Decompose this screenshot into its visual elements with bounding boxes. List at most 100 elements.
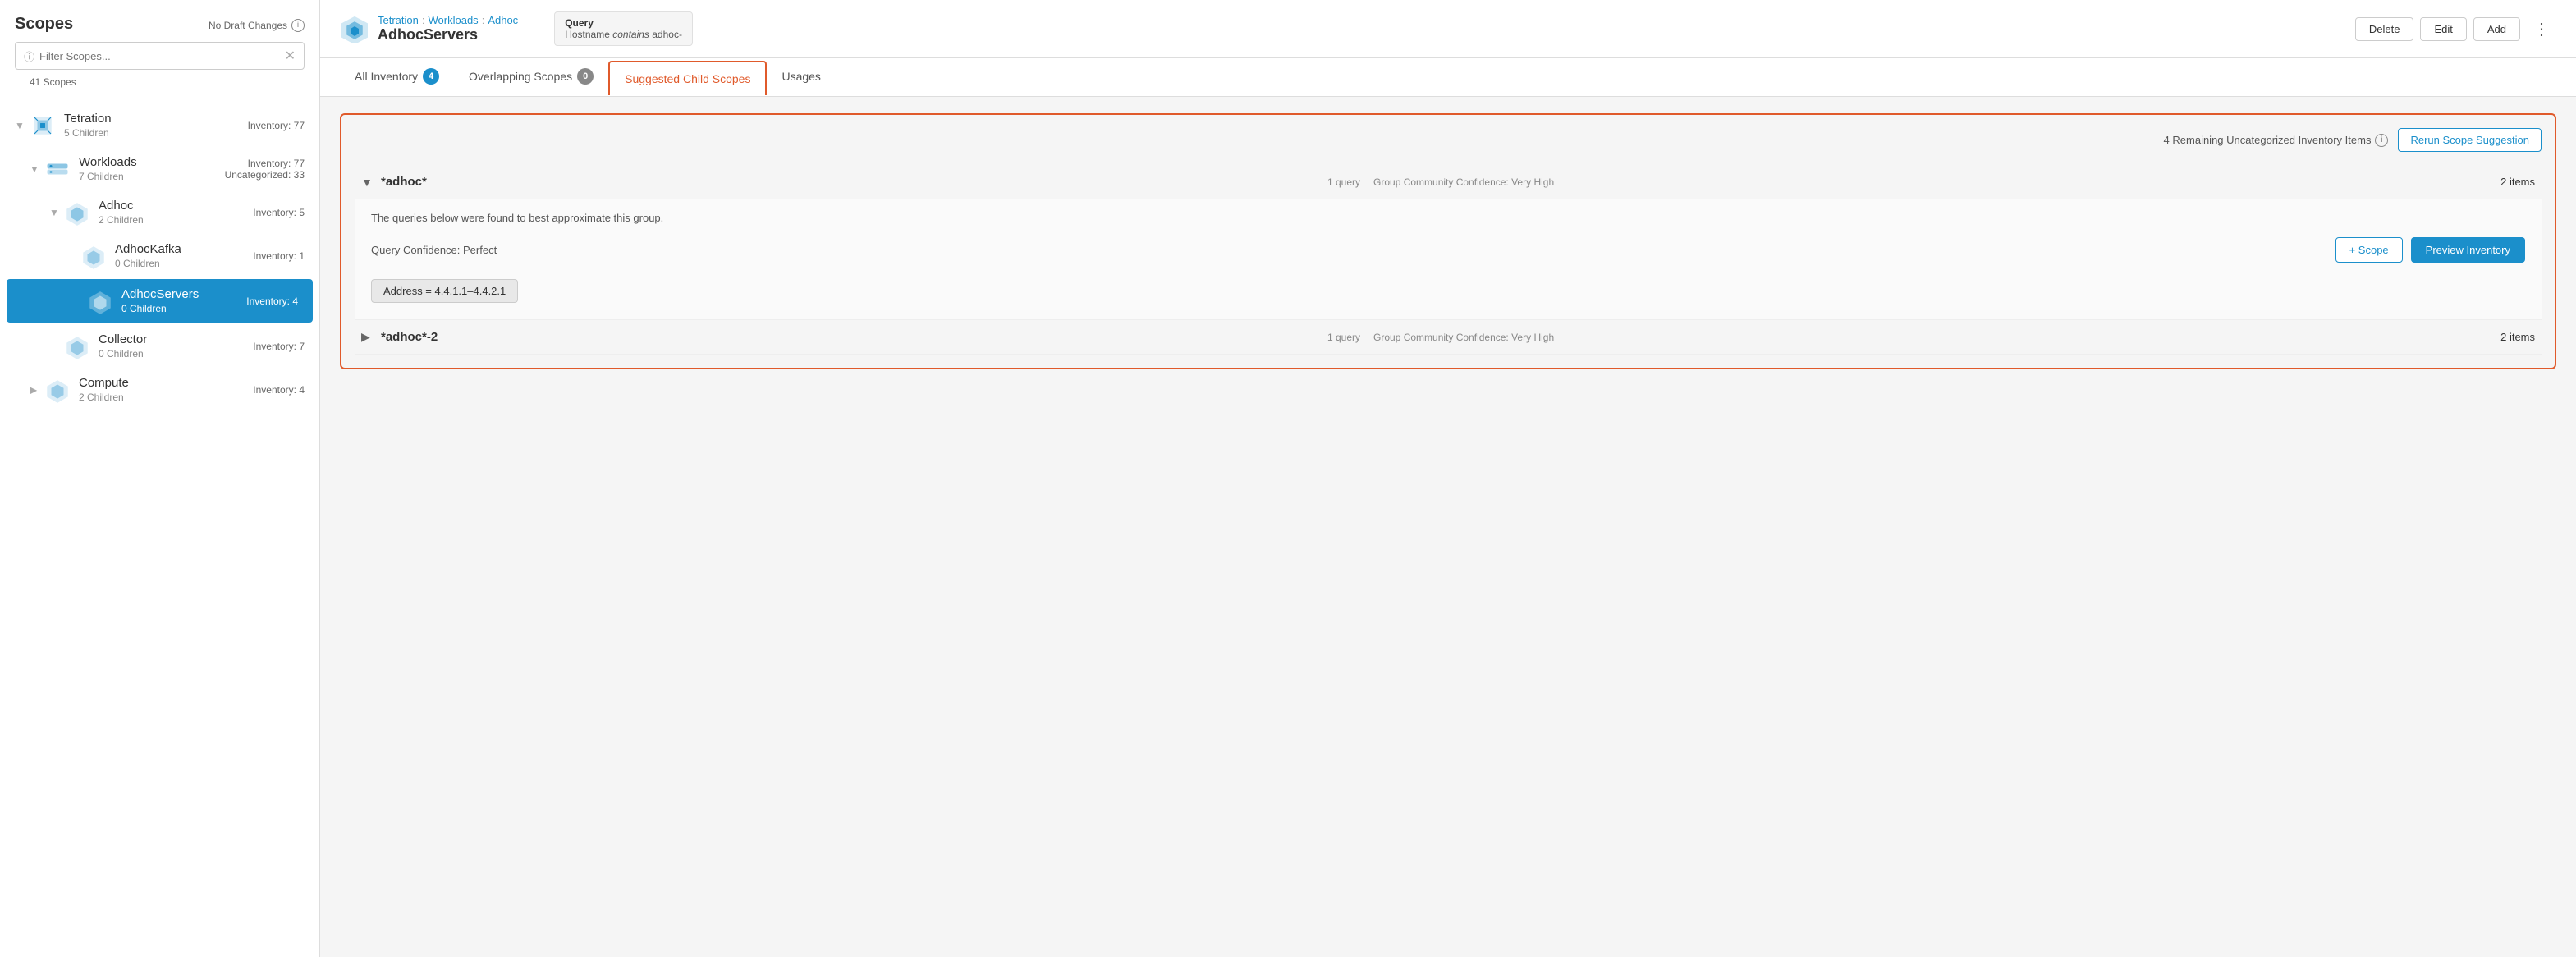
suggestion-name-adhoc-star-2: *adhoc*-2 [381, 330, 1327, 344]
sidebar-item-collector[interactable]: ▼ Collector 0 Children Inventory: 7 [0, 324, 319, 368]
sidebar-item-adhockafka[interactable]: ▼ AdhocKafka 0 Children Inventory: 1 [0, 234, 319, 277]
suggestion-header: 4 Remaining Uncategorized Inventory Item… [355, 128, 2542, 152]
tetration-inventory: Inventory: 77 [248, 120, 305, 131]
scope-header-icon [340, 14, 369, 44]
query-block: Query Hostname contains adhoc- [554, 11, 693, 46]
sidebar-title: Scopes [15, 15, 73, 34]
breadcrumb: Tetration : Workloads : Adhoc [378, 14, 518, 26]
delete-button[interactable]: Delete [2355, 17, 2414, 41]
tab-suggested-child-scopes[interactable]: Suggested Child Scopes [608, 61, 767, 95]
add-scope-button[interactable]: + Scope [2335, 237, 2403, 263]
adhoc-name: Adhoc [99, 199, 253, 213]
workloads-name: Workloads [79, 155, 225, 169]
more-options-button[interactable]: ⋮ [2527, 16, 2556, 43]
compute-children: 2 Children [79, 392, 253, 403]
remaining-items-text: 4 Remaining Uncategorized Inventory Item… [2164, 134, 2389, 147]
collector-children: 0 Children [99, 348, 253, 359]
compute-info: Compute 2 Children [79, 376, 253, 403]
breadcrumb-tetration[interactable]: Tetration [378, 14, 419, 26]
scope-search-input[interactable] [39, 50, 285, 62]
add-button[interactable]: Add [2473, 17, 2520, 41]
scope-icon-collector [64, 333, 90, 359]
suggestion-item-adhoc-star-2-header[interactable]: ▶ *adhoc*-2 1 query Group Community Conf… [355, 320, 2542, 354]
draft-notice: No Draft Changes i [209, 19, 305, 32]
query-count: 1 query [1327, 176, 1360, 188]
action-buttons: + Scope Preview Inventory [2335, 237, 2525, 263]
adhockafka-inventory: Inventory: 1 [253, 250, 305, 262]
tabs-bar: All Inventory 4 Overlapping Scopes 0 Sug… [320, 58, 2576, 97]
adhoc-children: 2 Children [99, 214, 253, 226]
edit-button[interactable]: Edit [2420, 17, 2466, 41]
tab-overlapping-scopes[interactable]: Overlapping Scopes 0 [454, 58, 608, 96]
all-inventory-badge: 4 [423, 68, 439, 85]
collector-inventory: Inventory: 7 [253, 341, 305, 352]
draft-info-icon[interactable]: i [291, 19, 305, 32]
suggestion-item-adhoc-star-2: ▶ *adhoc*-2 1 query Group Community Conf… [355, 320, 2542, 355]
confidence-label-2: Group Community Confidence: Very High [1373, 332, 1554, 343]
tetration-info: Tetration 5 Children [64, 112, 248, 139]
adhockafka-children: 0 Children [115, 258, 253, 269]
breadcrumb-adhoc[interactable]: Adhoc [488, 14, 518, 26]
main-area: Tetration : Workloads : Adhoc AdhocServe… [320, 0, 2576, 957]
scope-icon-workloads [44, 156, 71, 182]
remaining-info-icon[interactable]: i [2375, 134, 2388, 147]
sidebar-item-adhocservers[interactable]: ▼ AdhocServers 0 Children Inventory: 4 [7, 279, 313, 323]
breadcrumb-workloads[interactable]: Workloads [429, 14, 479, 26]
preview-inventory-button[interactable]: Preview Inventory [2411, 237, 2525, 263]
workloads-children: 7 Children [79, 171, 225, 182]
sidebar: Scopes No Draft Changes i ⓘ ✕ 41 Scopes … [0, 0, 320, 957]
collector-name: Collector [99, 332, 253, 346]
confidence-row: Query Confidence: Perfect + Scope Previe… [371, 237, 2525, 263]
chevron-down-icon[interactable]: ▼ [30, 163, 44, 175]
query-count-2: 1 query [1327, 332, 1360, 343]
sidebar-item-compute[interactable]: ▶ Compute 2 Children Inventory: 4 [0, 368, 319, 411]
sidebar-item-tetration[interactable]: ▼ Tetration 5 Children Inventory: 77 [0, 103, 319, 147]
scope-icon-compute [44, 377, 71, 403]
adhocservers-name: AdhocServers [121, 287, 246, 301]
chevron-down-icon[interactable]: ▼ [49, 207, 64, 218]
compute-name: Compute [79, 376, 253, 390]
tab-all-inventory[interactable]: All Inventory 4 [340, 58, 454, 96]
items-count-adhoc-star: 2 items [2500, 176, 2535, 188]
main-content: 4 Remaining Uncategorized Inventory Item… [320, 97, 2576, 957]
suggestion-item-adhoc-star: ▼ *adhoc* 1 query Group Community Confid… [355, 165, 2542, 320]
suggestion-name-adhoc-star: *adhoc* [381, 175, 1327, 189]
suggestion-expanded-adhoc-star: The queries below were found to best app… [355, 199, 2542, 319]
tetration-children: 5 Children [64, 127, 248, 139]
query-value: Hostname contains adhoc- [565, 29, 682, 40]
scope-list: ▼ Tetration 5 Children Inventory: 77 [0, 103, 319, 957]
scope-icon-adhocservers [87, 288, 113, 314]
sidebar-item-workloads[interactable]: ▼ Workloads 7 Children Inventory: 77 Unc… [0, 147, 319, 190]
sidebar-header: Scopes No Draft Changes i ⓘ ✕ 41 Scopes [0, 0, 319, 103]
expand-icon[interactable]: ▶ [361, 330, 381, 344]
suggestion-item-adhoc-star-header[interactable]: ▼ *adhoc* 1 query Group Community Confid… [355, 165, 2542, 199]
suggestion-container: 4 Remaining Uncategorized Inventory Item… [340, 113, 2556, 369]
confidence-label: Group Community Confidence: Very High [1373, 176, 1554, 188]
adhoc-info: Adhoc 2 Children [99, 199, 253, 226]
rerun-scope-suggestion-button[interactable]: Rerun Scope Suggestion [2398, 128, 2542, 152]
chevron-right-icon[interactable]: ▶ [30, 384, 44, 396]
scope-icon-adhockafka [80, 243, 107, 269]
tab-usages[interactable]: Usages [767, 60, 835, 94]
collector-info: Collector 0 Children [99, 332, 253, 359]
chevron-down-icon[interactable]: ▼ [15, 120, 30, 131]
suggestion-meta-adhoc-star-2: 1 query Group Community Confidence: Very… [1327, 332, 1554, 343]
search-bar: ⓘ ✕ [15, 42, 305, 70]
items-count-adhoc-star-2: 2 items [2500, 331, 2535, 343]
main-header: Tetration : Workloads : Adhoc AdhocServe… [320, 0, 2576, 58]
workloads-inventory: Inventory: 77 Uncategorized: 33 [225, 158, 305, 181]
search-icon: ⓘ [24, 48, 34, 64]
clear-search-icon[interactable]: ✕ [285, 48, 296, 64]
sidebar-item-adhoc[interactable]: ▼ Adhoc 2 Children Inventory: 5 [0, 190, 319, 234]
compute-inventory: Inventory: 4 [253, 384, 305, 396]
query-label: Query [565, 17, 682, 29]
tetration-name: Tetration [64, 112, 248, 126]
collapse-icon[interactable]: ▼ [361, 176, 381, 189]
query-confidence-text: Query Confidence: Perfect [371, 244, 497, 256]
adhocservers-info: AdhocServers 0 Children [121, 287, 246, 314]
header-scope-name: AdhocServers [378, 26, 518, 44]
scope-icon-tetration [30, 112, 56, 139]
suggestion-meta-adhoc-star: 1 query Group Community Confidence: Very… [1327, 176, 1554, 188]
adhoc-inventory: Inventory: 5 [253, 207, 305, 218]
scope-icon-adhoc [64, 199, 90, 226]
